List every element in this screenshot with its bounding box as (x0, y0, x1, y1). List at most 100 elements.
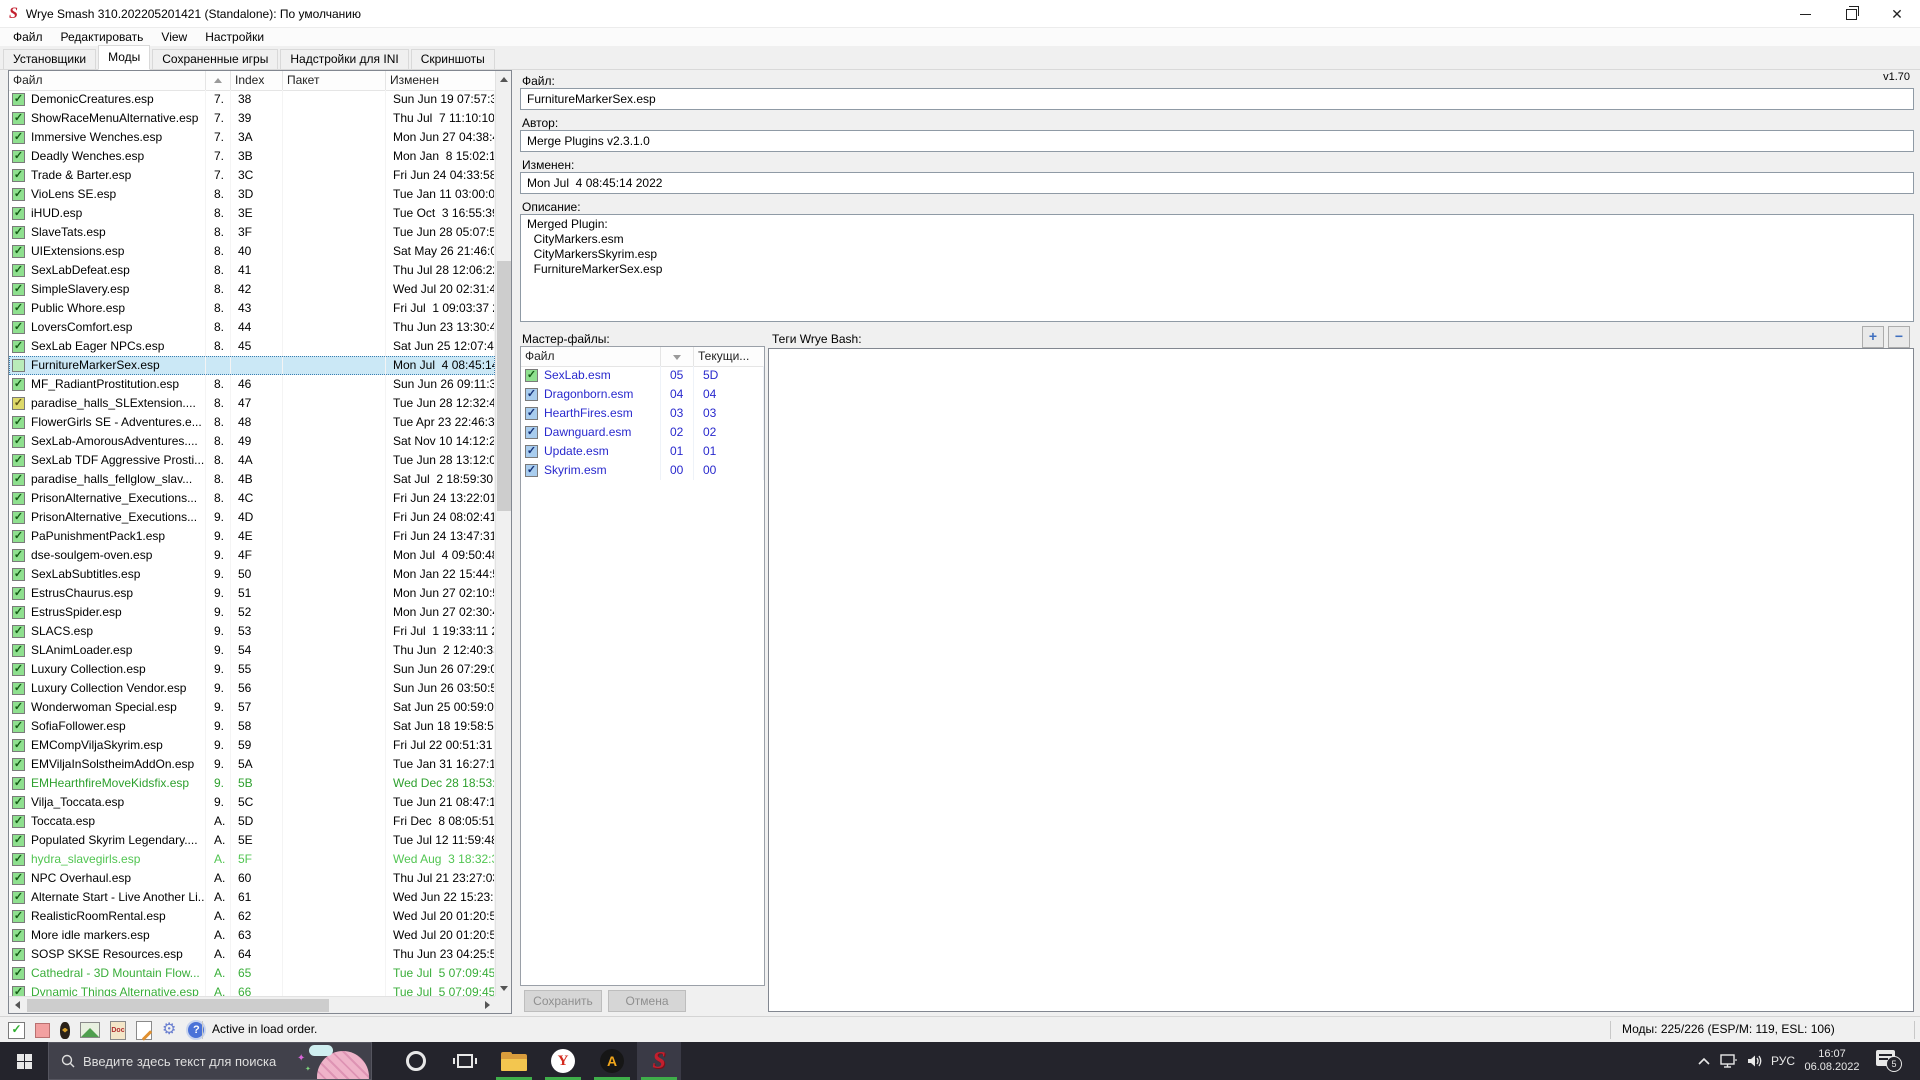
mod-row[interactable]: ✓Populated Skyrim Legendary....A.5ETue J… (9, 831, 495, 850)
mod-row[interactable]: ✓PrisonAlternative_Executions...9.4DFri … (9, 508, 495, 527)
mod-row[interactable]: ✓paradise_halls_SLExtension....8.47Tue J… (9, 394, 495, 413)
mod-row[interactable]: ✓More idle markers.espA.63Wed Jul 20 01:… (9, 926, 495, 945)
mod-checkbox[interactable]: ✓ (12, 872, 25, 885)
mod-row[interactable]: ✓EstrusChaurus.esp9.51Mon Jun 27 02:10:5… (9, 584, 495, 603)
remove-tag-button[interactable]: − (1888, 326, 1910, 348)
mod-checkbox[interactable]: ✓ (12, 321, 25, 334)
mod-row[interactable]: ✓Luxury Collection Vendor.esp9.56Sun Jun… (9, 679, 495, 698)
master-row[interactable]: ✓Update.esm0101 (521, 442, 764, 461)
mod-row[interactable]: ✓SexLabDefeat.esp8.41Thu Jul 28 12:06:22 (9, 261, 495, 280)
restore-button[interactable] (1828, 0, 1874, 28)
menu-item[interactable]: Редактировать (52, 29, 153, 45)
tray-chevron-icon[interactable] (1692, 1042, 1716, 1080)
taskbar-a-app-icon[interactable]: A (590, 1042, 634, 1080)
mod-row[interactable]: ✓Trade & Barter.esp7.3CFri Jun 24 04:33:… (9, 166, 495, 185)
notification-center-icon[interactable]: 5 (1876, 1050, 1895, 1066)
mod-checkbox[interactable]: ✓ (12, 530, 25, 543)
edit-icon[interactable] (136, 1021, 152, 1040)
mod-checkbox[interactable]: ✓ (12, 606, 25, 619)
mod-row[interactable]: ✓PrisonAlternative_Executions...8.4CFri … (9, 489, 495, 508)
tray-volume-icon[interactable] (1742, 1042, 1768, 1080)
mod-checkbox[interactable]: ✓ (12, 226, 25, 239)
mod-checkbox[interactable]: ✓ (12, 283, 25, 296)
taskbar-task-view-icon[interactable] (443, 1042, 487, 1080)
menu-item[interactable]: Файл (4, 29, 52, 45)
mod-row[interactable]: ✓Toccata.espA.5DFri Dec 8 08:05:51 . (9, 812, 495, 831)
mod-checkbox[interactable]: ✓ (12, 473, 25, 486)
mod-row[interactable]: ✓Wonderwoman Special.esp9.57Sat Jun 25 0… (9, 698, 495, 717)
tab-Моды[interactable]: Моды (98, 45, 150, 70)
mod-checkbox[interactable]: ✓ (12, 834, 25, 847)
tray-language-indicator[interactable]: РУС (1768, 1042, 1798, 1080)
master-checkbox[interactable]: ✓ (525, 445, 538, 458)
mod-checkbox[interactable]: ✓ (12, 720, 25, 733)
mod-checkbox[interactable]: ✓ (12, 549, 25, 562)
mod-row[interactable]: ✓SexLab-AmorousAdventures....8.49Sat Nov… (9, 432, 495, 451)
author-field[interactable]: Merge Plugins v2.3.1.0 (520, 130, 1914, 152)
mod-checkbox[interactable]: ✓ (12, 587, 25, 600)
tab-Надстройки для INI[interactable]: Надстройки для INI (280, 49, 408, 69)
mod-row[interactable]: ✓ShowRaceMenuAlternative.esp7.39Thu Jul … (9, 109, 495, 128)
column-header-group-sort[interactable] (206, 71, 231, 90)
mod-checkbox[interactable]: ✓ (12, 891, 25, 904)
mod-checkbox[interactable]: ✓ (12, 340, 25, 353)
ghost-toggle-icon[interactable] (35, 1023, 50, 1038)
mod-checkbox[interactable]: ✓ (12, 663, 25, 676)
tab-Установщики[interactable]: Установщики (3, 49, 96, 69)
mod-row[interactable]: ✓SofiaFollower.esp9.58Sat Jun 18 19:58:5… (9, 717, 495, 736)
master-row[interactable]: ✓HearthFires.esm0303 (521, 404, 764, 423)
mod-checkbox[interactable]: ✓ (12, 853, 25, 866)
master-row[interactable]: ✓Dawnguard.esm0202 (521, 423, 764, 442)
mod-checkbox[interactable]: ✓ (12, 131, 25, 144)
mod-checkbox[interactable]: ✓ (12, 454, 25, 467)
taskbar-opera-icon[interactable] (394, 1042, 438, 1080)
mod-checkbox[interactable]: ✓ (12, 815, 25, 828)
taskbar-wrye-smash-icon[interactable]: S (637, 1042, 681, 1080)
menu-item[interactable]: Настройки (196, 29, 273, 45)
modified-field[interactable]: Mon Jul 4 08:45:14 2022 (520, 172, 1914, 194)
column-header-file[interactable]: Файл (9, 71, 206, 90)
mod-checkbox[interactable]: ✓ (12, 682, 25, 695)
mod-checkbox[interactable]: ✓ (12, 568, 25, 581)
mod-checkbox[interactable]: ✓ (12, 948, 25, 961)
master-checkbox[interactable]: ✓ (525, 464, 538, 477)
image-icon[interactable] (80, 1022, 100, 1038)
menu-item[interactable]: View (152, 29, 196, 45)
mod-checkbox[interactable]: ✓ (12, 701, 25, 714)
mod-checkbox[interactable]: ✓ (12, 967, 25, 980)
mod-checkbox[interactable]: ✓ (12, 511, 25, 524)
vertical-scrollbar[interactable] (495, 71, 511, 996)
mod-checkbox[interactable]: ✓ (12, 739, 25, 752)
minimize-button[interactable] (1782, 0, 1828, 28)
mod-checkbox[interactable]: ✓ (12, 245, 25, 258)
mod-row[interactable]: ✓dse-soulgem-oven.esp9.4FMon Jul 4 09:50… (9, 546, 495, 565)
mod-checkbox[interactable]: ✓ (12, 910, 25, 923)
mod-checkbox[interactable]: ✓ (12, 758, 25, 771)
master-row[interactable]: ✓Dragonborn.esm0404 (521, 385, 764, 404)
mod-checkbox[interactable]: ✓ (12, 492, 25, 505)
masters-column-current[interactable]: Текущи... (694, 347, 764, 366)
tab-Скриншоты[interactable]: Скриншоты (411, 49, 495, 69)
mod-row[interactable]: ✓EstrusSpider.esp9.52Mon Jun 27 02:30:4. (9, 603, 495, 622)
tab-Сохраненные игры[interactable]: Сохраненные игры (152, 49, 278, 69)
mod-checkbox[interactable]: ✓ (12, 986, 25, 996)
column-header-index[interactable]: Index (231, 71, 283, 90)
close-button[interactable]: ✕ (1874, 0, 1920, 28)
karma-icon[interactable] (60, 1022, 70, 1039)
mod-row[interactable]: ✓Luxury Collection.esp9.55Sun Jun 26 07:… (9, 660, 495, 679)
mod-checkbox[interactable]: ✓ (12, 302, 25, 315)
mod-row[interactable]: ✓SexLabSubtitles.esp9.50Mon Jan 22 15:44… (9, 565, 495, 584)
mod-row[interactable]: ✓SLACS.esp9.53Fri Jul 1 19:33:11 2. (9, 622, 495, 641)
mod-checkbox[interactable]: ✓ (12, 93, 25, 106)
help-icon[interactable]: ? (186, 1020, 206, 1040)
file-field[interactable]: FurnitureMarkerSex.esp (520, 88, 1914, 110)
search-highlight-image[interactable]: ✦ ✦ (295, 1043, 371, 1080)
master-checkbox[interactable]: ✓ (525, 369, 538, 382)
horizontal-scrollbar[interactable] (9, 996, 495, 1013)
master-checkbox[interactable]: ✓ (525, 407, 538, 420)
masters-column-num-sort[interactable] (661, 347, 694, 366)
gear-icon[interactable]: ⚙ (162, 1022, 176, 1038)
tray-clock[interactable]: 16:07 06.08.2022 (1798, 1042, 1866, 1080)
mod-row[interactable]: ✓Immersive Wenches.esp7.3AMon Jun 27 04:… (9, 128, 495, 147)
mod-row[interactable]: ✓MF_RadiantProstitution.esp8.46Sun Jun 2… (9, 375, 495, 394)
